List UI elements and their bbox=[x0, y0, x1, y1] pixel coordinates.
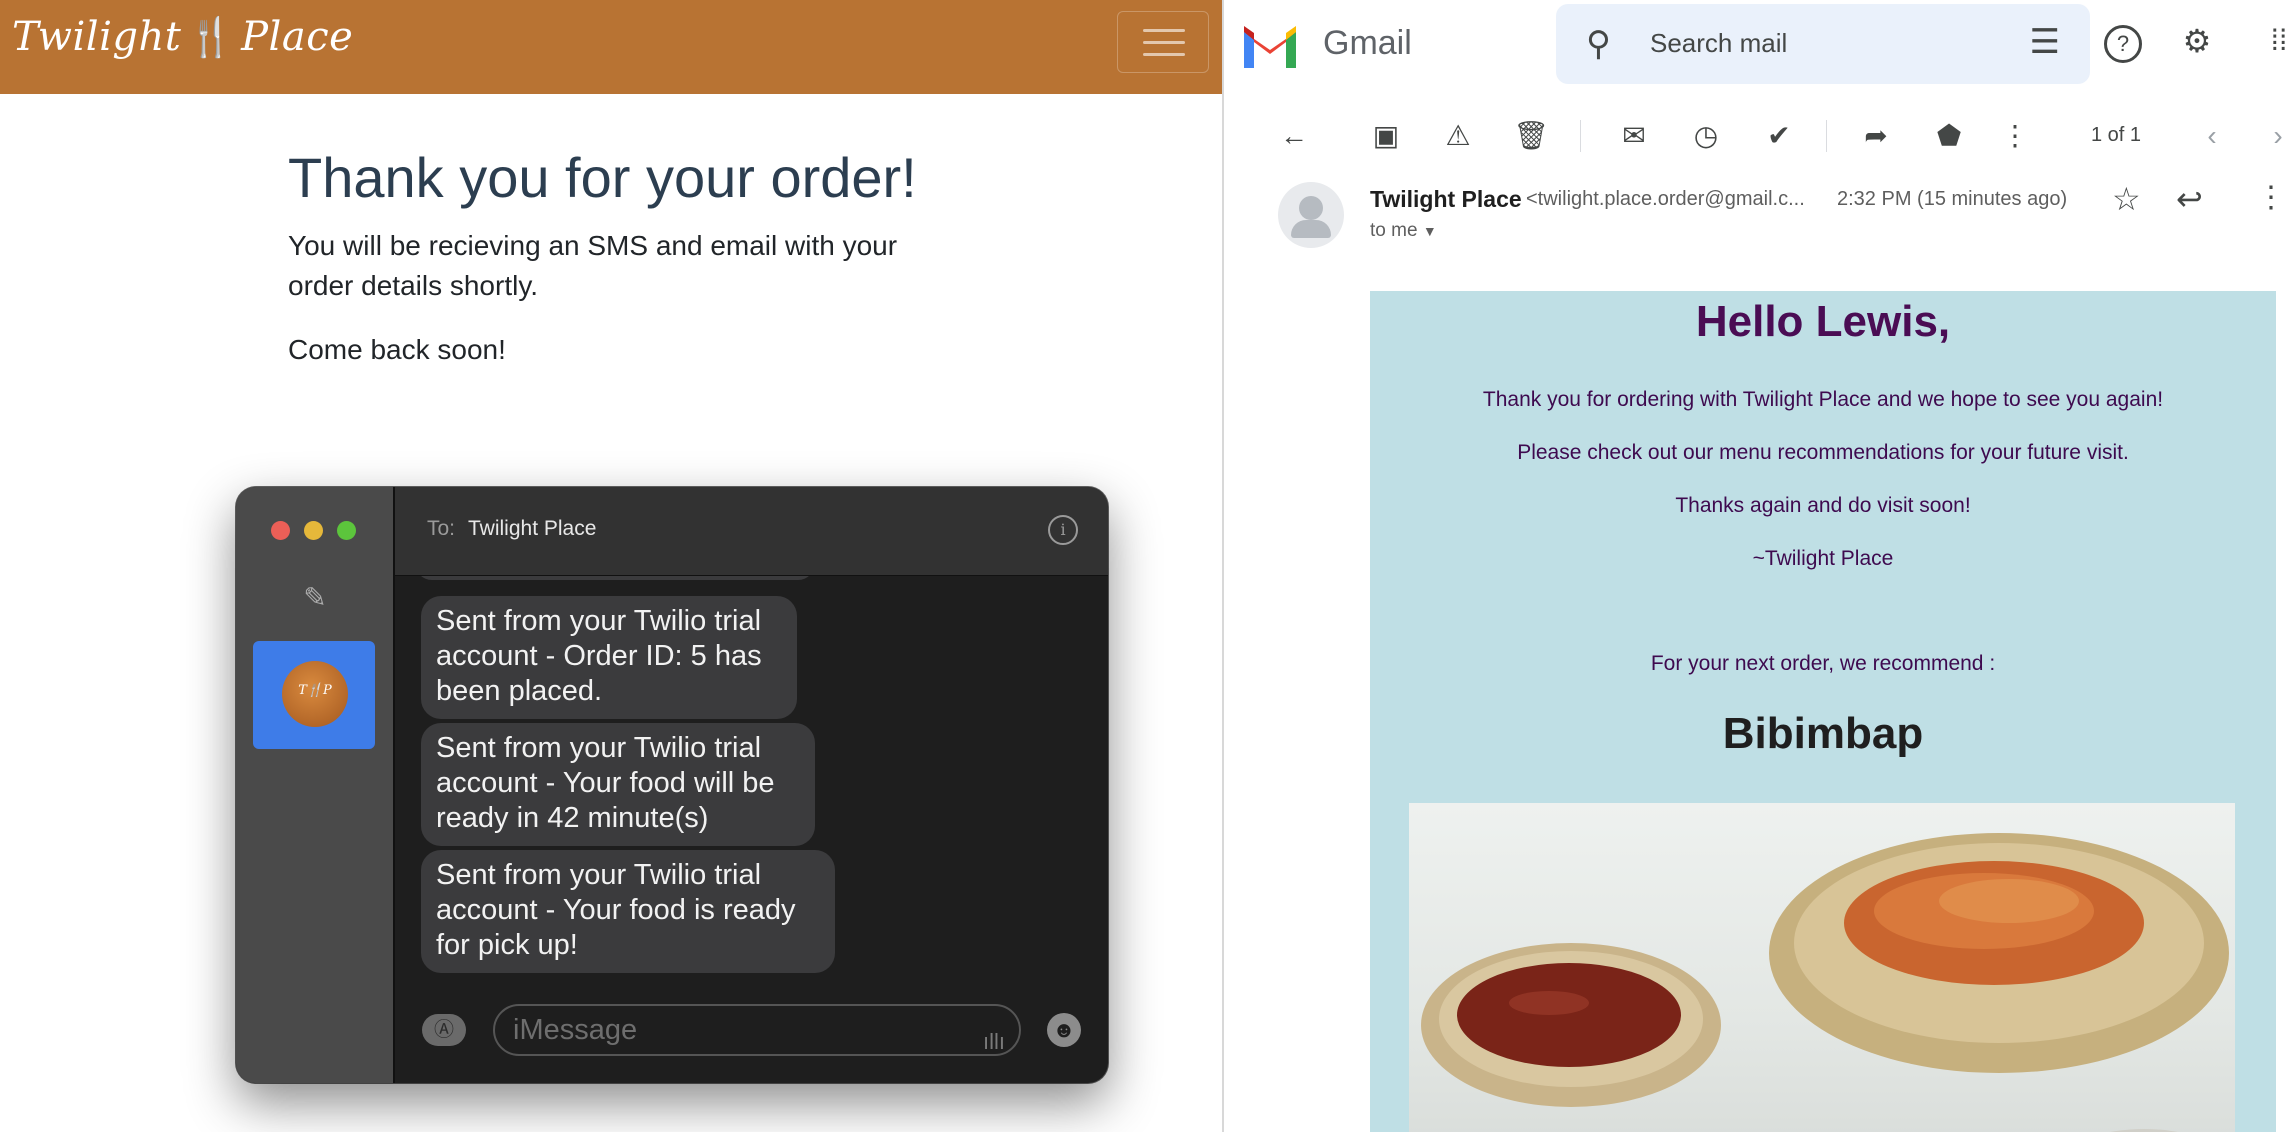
snooze-clock-icon[interactable]: ◷ bbox=[1688, 118, 1724, 154]
delete-trash-icon[interactable]: 🗑 bbox=[1513, 118, 1549, 154]
email-body: Hello Lewis, Thank you for ordering with… bbox=[1370, 291, 2276, 1132]
minimize-window-button[interactable] bbox=[304, 521, 323, 540]
back-arrow-icon[interactable]: ← bbox=[1276, 118, 1312, 154]
conversation-header: To: Twilight Place i bbox=[395, 487, 1108, 576]
messages-window: ✎ T🍴P To: Twilight Place i Sent from you… bbox=[236, 487, 1108, 1083]
next-page-chevron-icon[interactable]: › bbox=[2260, 118, 2296, 154]
emoji-icon[interactable]: ☻ bbox=[1047, 1013, 1081, 1047]
maximize-window-button[interactable] bbox=[337, 521, 356, 540]
star-icon[interactable]: ☆ bbox=[2112, 180, 2141, 218]
app-store-icon[interactable]: Ⓐ bbox=[422, 1014, 466, 1046]
to-label: To: bbox=[427, 517, 456, 540]
dish-photo bbox=[1409, 803, 2235, 1132]
gmail-logo-icon[interactable] bbox=[1240, 22, 1300, 68]
search-bar[interactable]: ⚲ Search mail ☰ bbox=[1556, 4, 2090, 84]
imessage-placeholder: iMessage bbox=[513, 1014, 638, 1046]
imessage-input[interactable]: iMessage ıllı bbox=[493, 1004, 1021, 1056]
hamburger-line bbox=[1143, 41, 1185, 44]
gmail-wordmark: Gmail bbox=[1323, 24, 1412, 62]
hamburger-line bbox=[1143, 53, 1185, 56]
email-toolbar: ← ▣ ⚠ 🗑 ✉ ◷ ✔ ➦ ⬟ ⋮ 1 of 1 ‹ › bbox=[1224, 106, 2296, 166]
more-options-icon[interactable]: ⋮ bbox=[1997, 118, 2033, 154]
previous-page-chevron-icon[interactable]: ‹ bbox=[2194, 118, 2230, 154]
message-bubble-previous bbox=[415, 576, 815, 580]
email-line: Please check out our menu recommendation… bbox=[1517, 441, 2129, 464]
hamburger-line bbox=[1143, 29, 1185, 32]
email-timestamp: 2:32 PM (15 minutes ago) bbox=[1837, 188, 2068, 210]
fork-knife-icon: 🍴 bbox=[187, 15, 236, 59]
search-icon[interactable]: ⚲ bbox=[1586, 24, 1611, 64]
help-icon[interactable]: ? bbox=[2104, 25, 2142, 63]
archive-icon[interactable]: ▣ bbox=[1368, 118, 1404, 154]
brand-logo[interactable]: Twilight 🍴 Place bbox=[12, 14, 353, 60]
brand-word-2: Place bbox=[241, 14, 354, 60]
messages-sidebar: ✎ T🍴P bbox=[236, 487, 395, 1083]
reply-icon[interactable]: ↩ bbox=[2176, 180, 2203, 218]
mark-unread-icon[interactable]: ✉ bbox=[1616, 118, 1652, 154]
email-header: Twilight Place <twilight.place.order@gma… bbox=[1224, 170, 2296, 260]
gmail-pane: Gmail ⚲ Search mail ☰ ? ⚙ ⁞⁞ ← ▣ ⚠ 🗑 ✉ ◷… bbox=[1224, 0, 2296, 1132]
chevron-down-icon: ▼ bbox=[1422, 223, 1437, 239]
recommended-dish-name: Bibimbap bbox=[1722, 709, 1924, 758]
avatar: T🍴P bbox=[282, 661, 348, 727]
message-bubble: Sent from your Twilio trial account - Yo… bbox=[421, 850, 835, 973]
toolbar-divider bbox=[1580, 120, 1581, 152]
menu-toggle-button[interactable] bbox=[1117, 11, 1209, 73]
report-spam-icon[interactable]: ⚠ bbox=[1440, 118, 1476, 154]
page-title: Thank you for your order! bbox=[288, 146, 917, 209]
message-compose-bar: Ⓐ iMessage ıllı ☻ bbox=[395, 986, 1108, 1083]
more-vert-icon[interactable]: ⋮ bbox=[2256, 180, 2286, 215]
message-list[interactable]: Sent from your Twilio trial account - Or… bbox=[395, 576, 1108, 986]
order-confirmation-text: You will be recieving an SMS and email w… bbox=[288, 230, 898, 301]
site-navbar: Twilight 🍴 Place bbox=[0, 0, 1222, 94]
recommendation-intro: For your next order, we recommend : bbox=[1650, 652, 1996, 675]
conversation-item-twilight-place[interactable]: T🍴P bbox=[253, 641, 375, 749]
message-bubble: Sent from your Twilio trial account - Yo… bbox=[421, 723, 815, 846]
audio-waveform-icon[interactable]: ıllı bbox=[983, 1018, 1005, 1066]
compose-icon[interactable]: ✎ bbox=[300, 583, 330, 613]
sender-name[interactable]: Twilight Place bbox=[1370, 186, 1522, 213]
message-bubble: Sent from your Twilio trial account - Or… bbox=[421, 596, 797, 719]
apps-grid-icon[interactable]: ⁞⁞ bbox=[2258, 20, 2296, 62]
add-to-tasks-icon[interactable]: ✔ bbox=[1761, 118, 1797, 154]
info-icon[interactable]: i bbox=[1048, 515, 1078, 545]
label-tag-icon[interactable]: ⬟ bbox=[1931, 118, 1967, 154]
close-window-button[interactable] bbox=[271, 521, 290, 540]
search-input[interactable]: Search mail bbox=[1650, 28, 1787, 59]
email-greeting: Hello Lewis, bbox=[1695, 297, 1951, 346]
email-signature: ~Twilight Place bbox=[1752, 547, 1894, 570]
email-line: Thank you for ordering with Twilight Pla… bbox=[1482, 388, 2164, 411]
brand-word-1: Twilight bbox=[12, 14, 182, 60]
avatar-logo: T🍴P bbox=[298, 683, 332, 698]
to-me-label: to me bbox=[1370, 220, 1418, 241]
restaurant-site-pane: Twilight 🍴 Place Thank you for your order!… bbox=[0, 0, 1224, 1132]
recipient-name: Twilight Place bbox=[468, 517, 597, 540]
search-options-icon[interactable]: ☰ bbox=[2030, 22, 2060, 62]
sender-email: <twilight.place.order@gmail.c... bbox=[1526, 188, 1805, 210]
move-to-icon[interactable]: ➦ bbox=[1858, 118, 1894, 154]
recipient-details-toggle[interactable]: to me ▼ bbox=[1370, 220, 1437, 242]
sender-avatar[interactable] bbox=[1278, 182, 1344, 248]
food-photo-illustration bbox=[1421, 833, 2229, 1132]
come-back-text: Come back soon! bbox=[288, 334, 506, 365]
email-line: Thanks again and do visit soon! bbox=[1675, 494, 1971, 517]
pagination-count: 1 of 1 bbox=[2091, 124, 2142, 146]
settings-gear-icon[interactable]: ⚙ bbox=[2176, 20, 2218, 62]
toolbar-divider bbox=[1826, 120, 1827, 152]
